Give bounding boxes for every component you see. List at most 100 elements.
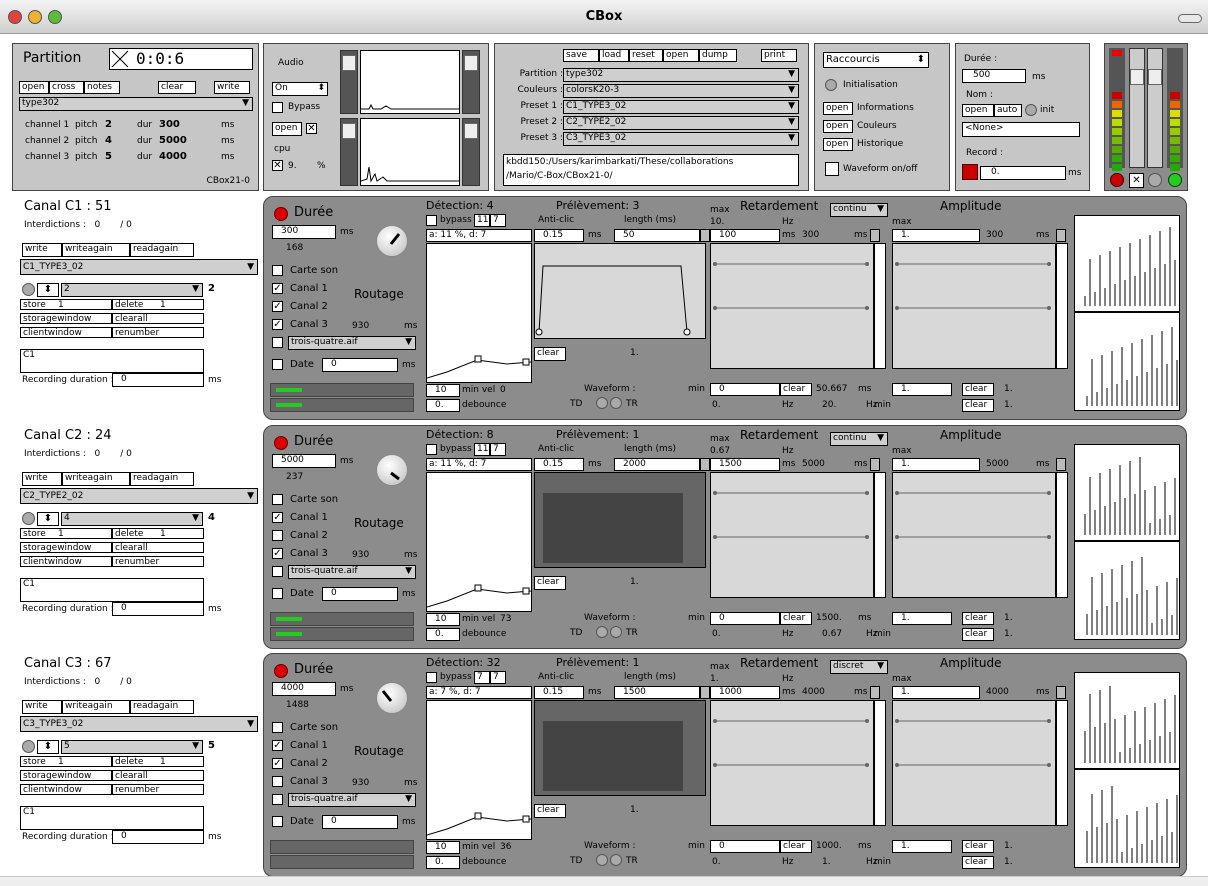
routing-checkbox[interactable] bbox=[272, 265, 283, 276]
min-vel-field[interactable]: 10 bbox=[426, 613, 460, 626]
min-vel-field[interactable]: 10 bbox=[426, 841, 460, 854]
audio-on-select[interactable]: On ⬍ bbox=[272, 82, 328, 96]
routing-checkbox[interactable]: ✓ bbox=[272, 283, 283, 294]
retardement-graph[interactable] bbox=[710, 700, 874, 826]
store-row-right[interactable]: renumber bbox=[112, 556, 204, 567]
duree-led[interactable] bbox=[274, 664, 288, 678]
preset-open-button[interactable]: open bbox=[663, 49, 699, 62]
client-field[interactable]: C1 bbox=[20, 578, 204, 602]
bypass-checkbox[interactable] bbox=[426, 444, 437, 455]
store-row-right[interactable]: clearall bbox=[112, 313, 204, 324]
store-row-right[interactable]: renumber bbox=[112, 327, 204, 338]
store-row-left[interactable]: storagewindow bbox=[20, 770, 112, 781]
length-toggle[interactable] bbox=[700, 458, 710, 471]
bypass-checkbox[interactable] bbox=[426, 672, 437, 683]
retardement-mode-select[interactable]: continu ▼ bbox=[830, 203, 888, 217]
audio-x-toggle[interactable]: ✕ bbox=[306, 123, 317, 134]
store-row-right[interactable]: clearall bbox=[112, 542, 204, 553]
master-slider-1[interactable] bbox=[1129, 48, 1145, 168]
horizontal-scrollbar[interactable] bbox=[0, 876, 1208, 886]
store-row-left[interactable]: store bbox=[20, 528, 112, 539]
aif-select[interactable]: trois-quatre.aif ▼ bbox=[288, 793, 416, 807]
detection-info[interactable]: a: 7 %, d: 7 bbox=[426, 686, 532, 699]
retardement-graph[interactable] bbox=[710, 472, 874, 598]
amp-clear-button[interactable]: clear bbox=[962, 840, 994, 853]
ret-toggle[interactable] bbox=[870, 458, 880, 471]
cpu-x-toggle[interactable]: ✕ bbox=[272, 160, 283, 171]
prelevement-graph[interactable] bbox=[534, 243, 706, 339]
routing-checkbox[interactable]: ✓ bbox=[272, 758, 283, 769]
duree-led[interactable] bbox=[274, 207, 288, 221]
stop-icon[interactable] bbox=[111, 50, 129, 68]
bypass-checkbox[interactable] bbox=[426, 215, 437, 226]
detection-graph[interactable] bbox=[426, 243, 532, 383]
duree-knob[interactable] bbox=[376, 225, 408, 257]
aif-checkbox[interactable] bbox=[272, 566, 283, 577]
amp-max-field[interactable]: 1. bbox=[892, 229, 980, 242]
store-row-right[interactable]: delete bbox=[112, 756, 204, 767]
debounce-field[interactable]: 0. bbox=[426, 628, 460, 641]
readagain-button[interactable]: readagain bbox=[130, 243, 194, 257]
prelevement-graph[interactable] bbox=[534, 472, 706, 568]
retardement-mode-select[interactable]: discret ▼ bbox=[830, 660, 888, 674]
ret-scroll[interactable] bbox=[874, 700, 886, 826]
ret-lo-field[interactable]: 1500 bbox=[710, 458, 780, 471]
preset-row-select[interactable]: C1_TYPE3_02 ▼ bbox=[563, 100, 799, 114]
init-toggle[interactable] bbox=[825, 79, 837, 91]
tr-toggle[interactable] bbox=[610, 397, 622, 409]
routing-checkbox[interactable]: ✓ bbox=[272, 319, 283, 330]
store-row-right[interactable]: clearall bbox=[112, 770, 204, 781]
amp-toggle[interactable] bbox=[1056, 229, 1066, 242]
amplitude-graph[interactable] bbox=[892, 243, 1056, 369]
nom-auto-button[interactable]: auto bbox=[994, 104, 1022, 117]
length-field[interactable]: 50 bbox=[614, 229, 700, 242]
canal-preset-select[interactable]: C1_TYPE3_02 ▼ bbox=[20, 259, 258, 275]
length-toggle[interactable] bbox=[700, 229, 710, 242]
duree-value-field[interactable]: 500 bbox=[962, 69, 1026, 83]
audio-slider-left-2[interactable] bbox=[340, 118, 358, 186]
ret-toggle[interactable] bbox=[870, 686, 880, 699]
writeagain-button[interactable]: writeagain bbox=[62, 243, 130, 257]
ret-lo-field[interactable]: 1000 bbox=[710, 686, 780, 699]
canal-preset-select[interactable]: C3_TYPE3_02 ▼ bbox=[20, 716, 258, 732]
store-row-left[interactable]: clientwindow bbox=[20, 556, 112, 567]
partition-select[interactable]: type302 ▼ bbox=[19, 97, 253, 111]
amp-clear-button[interactable]: clear bbox=[962, 612, 994, 625]
amp-clear-button-2[interactable]: clear bbox=[962, 399, 994, 412]
date-checkbox[interactable] bbox=[272, 359, 283, 370]
routing-checkbox[interactable]: ✓ bbox=[272, 301, 283, 312]
reset-button[interactable]: reset bbox=[629, 49, 663, 62]
duree-knob[interactable] bbox=[376, 454, 408, 486]
td-toggle[interactable] bbox=[596, 397, 608, 409]
ret-scroll[interactable] bbox=[874, 472, 886, 598]
shortcut-open-button[interactable]: open bbox=[823, 120, 853, 133]
go-led-button[interactable] bbox=[1168, 173, 1182, 187]
store-row-left[interactable]: clientwindow bbox=[20, 327, 112, 338]
amp-clear-button-2[interactable]: clear bbox=[962, 628, 994, 641]
length-field[interactable]: 1500 bbox=[614, 686, 700, 699]
master-slider-2[interactable] bbox=[1147, 48, 1163, 168]
toolbar-toggle-button[interactable] bbox=[1178, 14, 1202, 23]
tr-toggle[interactable] bbox=[610, 626, 622, 638]
bypass-checkbox[interactable] bbox=[272, 102, 283, 113]
path-field[interactable]: kbdd150:/Users/karimbarkati/These/collab… bbox=[503, 154, 799, 186]
bypass-value-2[interactable]: 7 bbox=[490, 671, 506, 684]
stepper-icon[interactable]: ⬍ bbox=[37, 512, 59, 526]
anticlic-field[interactable]: 0.15 bbox=[534, 686, 584, 699]
ret-lo-field[interactable]: 100 bbox=[710, 229, 780, 242]
ret-clear-button[interactable]: clear bbox=[780, 612, 812, 625]
store-row-left[interactable]: store bbox=[20, 756, 112, 767]
stop-led-button[interactable] bbox=[1110, 173, 1124, 187]
store-row-right[interactable]: renumber bbox=[112, 784, 204, 795]
routing-checkbox[interactable] bbox=[272, 722, 283, 733]
readagain-button[interactable]: readagain bbox=[130, 700, 194, 714]
shortcut-open-button[interactable]: open bbox=[823, 138, 853, 151]
audio-open-button[interactable]: open bbox=[272, 122, 302, 136]
neutral-led-button[interactable] bbox=[1148, 173, 1162, 187]
dump-button[interactable]: dump bbox=[699, 49, 737, 62]
amplitude-graph[interactable] bbox=[892, 472, 1056, 598]
bypass-value-2[interactable]: 7 bbox=[490, 214, 506, 227]
audio-slider-left-1[interactable] bbox=[340, 50, 358, 114]
debounce-field[interactable]: 0. bbox=[426, 856, 460, 869]
amp-clear-button[interactable]: clear bbox=[962, 383, 994, 396]
